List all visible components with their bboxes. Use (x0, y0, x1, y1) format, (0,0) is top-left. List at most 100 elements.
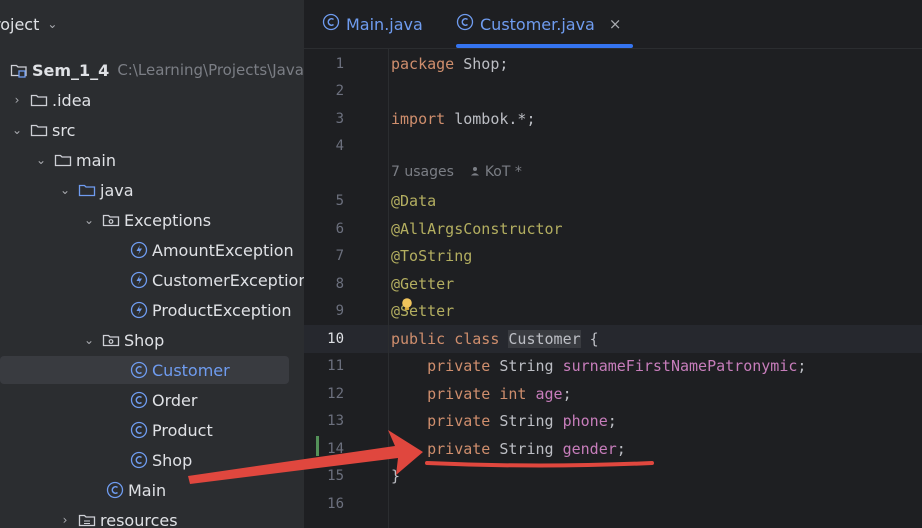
author-hint[interactable]: KoT * (485, 164, 522, 180)
chevron-right-icon[interactable]: › (58, 513, 72, 527)
folder-icon (30, 92, 48, 108)
code-line-10[interactable]: public class Customer { (391, 330, 599, 348)
class-icon (106, 481, 124, 499)
line-number: 8 (335, 276, 344, 292)
class-icon (130, 361, 148, 379)
author-icon (470, 164, 484, 180)
tree-item-main-class[interactable]: Main (0, 475, 304, 505)
code-line-8[interactable]: @Getter (391, 275, 454, 293)
code-line-1[interactable]: package Shop; (391, 55, 508, 73)
tree-item-shop-class[interactable]: Shop (0, 445, 304, 475)
gutter-separator (388, 48, 389, 528)
line-number: 7 (335, 248, 344, 264)
usages-count[interactable]: 7 usages (391, 164, 454, 180)
exception-class-icon (130, 241, 148, 259)
code-line-15[interactable]: } (391, 467, 400, 485)
tab-label: Main.java (346, 14, 423, 34)
code-line-3[interactable]: import lombok.*; (391, 110, 536, 128)
tree-item-product[interactable]: Product (0, 415, 304, 445)
tree-item-label: Exceptions (124, 210, 212, 230)
code-line-14[interactable]: private String gender; (391, 440, 626, 458)
code-line-11[interactable]: private String surnameFirstNamePatronymi… (391, 357, 806, 375)
tree-item-shop-package[interactable]: ⌄ Shop (0, 325, 304, 355)
line-number: 2 (335, 83, 344, 99)
code-line-7[interactable]: @ToString (391, 247, 472, 265)
chevron-down-icon[interactable]: ⌄ (82, 213, 96, 227)
tree-item-label: Order (152, 390, 198, 410)
tree-item-label: Main (128, 480, 167, 500)
tree-item-order[interactable]: Order (0, 385, 304, 415)
line-number: 12 (327, 386, 344, 402)
code-line-5[interactable]: @Data (391, 192, 436, 210)
class-icon (456, 13, 474, 35)
tab-label: Customer.java (480, 14, 595, 34)
tree-item-label: .idea (52, 90, 92, 110)
tree-item-label: src (52, 120, 76, 140)
tree-item-idea[interactable]: › .idea (0, 85, 304, 115)
exception-class-icon (130, 301, 148, 319)
code-line-12[interactable]: private int age; (391, 385, 572, 403)
tree-item-label: Customer (152, 360, 230, 380)
code-line-6[interactable]: @AllArgsConstructor (391, 220, 563, 238)
tree-item-label: AmountException (152, 240, 294, 260)
chevron-down-icon[interactable]: ⌄ (34, 153, 48, 167)
class-name-highlight: Customer (508, 330, 581, 348)
tree-item-label: Sem_1_4 (32, 60, 110, 80)
class-icon (130, 391, 148, 409)
line-number: 1 (335, 56, 344, 72)
chevron-down-icon[interactable]: ⌄ (82, 333, 96, 347)
close-icon[interactable]: × (609, 15, 622, 33)
exception-class-icon (130, 271, 148, 289)
line-number: 3 (335, 111, 344, 127)
tree-item-label: java (100, 180, 134, 200)
source-folder-icon (78, 182, 96, 198)
folder-icon (30, 122, 48, 138)
tab-main-java[interactable]: Main.java (322, 0, 423, 48)
code-line-13[interactable]: private String phone; (391, 412, 617, 430)
tree-item-label: resources (100, 510, 178, 528)
line-number-current: 10 (327, 331, 344, 347)
class-icon (130, 421, 148, 439)
tree-item-label: CustomerException (152, 270, 304, 290)
tree-item-label: Product (152, 420, 213, 440)
package-icon (102, 332, 120, 348)
tree-item-sem-1-4[interactable]: Sem_1_4 C:\Learning\Projects\Java (0, 55, 304, 85)
chevron-down-icon[interactable]: ⌄ (10, 123, 24, 137)
chevron-down-icon[interactable]: ⌄ (58, 183, 72, 197)
folder-icon (54, 152, 72, 168)
tree-item-exceptions[interactable]: ⌄ Exceptions (0, 205, 304, 235)
line-number: 6 (335, 221, 344, 237)
line-number: 4 (335, 138, 344, 154)
inlay-hint-usages[interactable]: 7 usages KoT * (391, 164, 522, 180)
tree-item-label: Shop (124, 330, 165, 350)
tree-item-customerexception[interactable]: CustomerException (0, 265, 304, 295)
lightbulb-icon[interactable] (401, 297, 413, 311)
project-header-label: roject (0, 14, 40, 34)
class-icon (130, 451, 148, 469)
line-number: 11 (327, 358, 344, 374)
resources-folder-icon (78, 512, 96, 528)
chevron-right-icon[interactable]: › (10, 93, 24, 107)
class-icon (322, 13, 340, 35)
line-number: 9 (335, 303, 344, 319)
chevron-down-icon[interactable]: ⌄ (47, 17, 57, 31)
tree-item-label: ProductException (152, 300, 292, 320)
tab-customer-java[interactable]: Customer.java × (456, 0, 634, 48)
tree-item-amountexception[interactable]: AmountException (0, 235, 304, 265)
tree-item-productexception[interactable]: ProductException (0, 295, 304, 325)
editor-tab-bar: Main.java Customer.java × (304, 0, 922, 49)
tree-item-label: Shop (152, 450, 193, 470)
module-folder-icon (10, 62, 28, 78)
line-number: 15 (327, 468, 344, 484)
tree-item-main[interactable]: ⌄ main (0, 145, 304, 175)
project-view-selector[interactable]: roject ⌄ (0, 12, 57, 36)
tree-item-java[interactable]: ⌄ java (0, 175, 304, 205)
line-number: 16 (327, 496, 344, 512)
active-tab-indicator (456, 44, 634, 48)
tree-item-label: main (76, 150, 116, 170)
tree-item-src[interactable]: ⌄ src (0, 115, 304, 145)
tree-item-resources[interactable]: › resources (0, 505, 304, 528)
package-icon (102, 212, 120, 228)
editor-area: Main.java Customer.java × 1 2 3 4 5 6 7 … (304, 0, 922, 528)
tree-item-customer[interactable]: Customer (0, 355, 304, 385)
